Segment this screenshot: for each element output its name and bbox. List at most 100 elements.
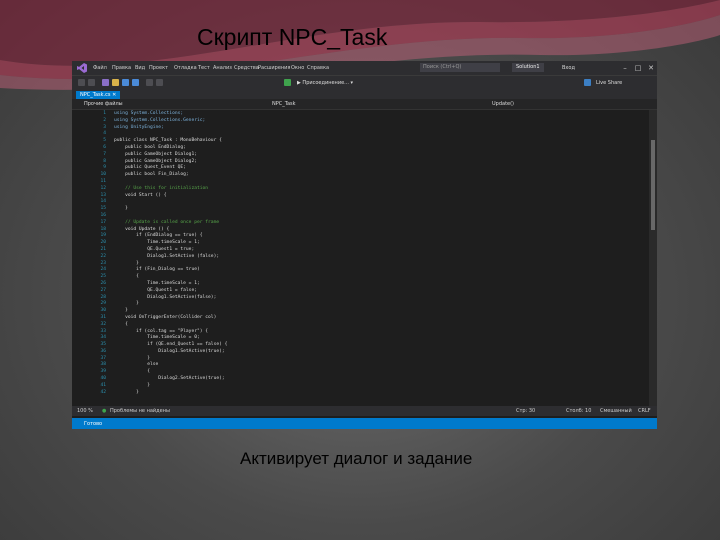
code-text: } xyxy=(114,206,128,212)
live-share-button[interactable]: Live Share xyxy=(596,80,622,86)
code-text: // Update is called once per frame xyxy=(114,219,220,225)
search-input[interactable]: Поиск (Ctrl+Q) xyxy=(420,63,500,72)
minimize-icon[interactable]: – xyxy=(620,63,630,73)
code-text: Time.timeScale = 1; xyxy=(114,280,200,286)
code-line[interactable]: 26 Time.timeScale = 1; xyxy=(100,280,644,288)
code-line[interactable]: 6 public bool EndDialog; xyxy=(103,145,644,152)
line-number: 22 xyxy=(100,253,106,259)
line-ending-mode[interactable]: Смешанный xyxy=(600,408,632,414)
code-line[interactable]: 16 xyxy=(100,213,644,220)
line-number: 6 xyxy=(103,144,106,150)
open-folder-icon[interactable] xyxy=(112,79,119,86)
code-text: public GameObject Dialog1; xyxy=(114,151,197,157)
code-text: Time.timeScale = 0; xyxy=(114,335,200,341)
method-dropdown[interactable]: Update() xyxy=(492,100,514,108)
code-line[interactable]: 13 void Start () { xyxy=(100,193,644,200)
code-line[interactable]: 8 public GameObject Dialog2; xyxy=(103,159,644,166)
code-line[interactable]: 17 // Update is called once per frame xyxy=(100,219,644,227)
close-icon[interactable]: ✕ xyxy=(646,63,656,73)
code-line[interactable]: 38 else xyxy=(100,362,644,369)
code-line[interactable]: 20 Time.timeScale = 1; xyxy=(100,240,644,247)
tab-npc-task[interactable]: NPC_Task.cs ✕ xyxy=(76,91,121,99)
menu-debug[interactable]: Отладка xyxy=(174,65,197,71)
save-all-icon[interactable] xyxy=(132,79,139,86)
menu-analyze[interactable]: Анализ xyxy=(213,65,232,71)
zoom-level[interactable]: 100 % xyxy=(77,408,93,414)
code-editor[interactable]: 1 using System.Collections; 2 using System.… xyxy=(72,110,657,406)
save-icon[interactable] xyxy=(122,79,129,86)
code-line[interactable]: 29 } xyxy=(100,301,644,308)
code-line[interactable]: 10 public bool Fin_Dialog; xyxy=(100,172,644,179)
start-icon[interactable] xyxy=(284,79,291,86)
scrollbar-thumb[interactable] xyxy=(651,140,655,230)
attach-button[interactable]: ▶ Присоединение... ▾ xyxy=(297,80,353,86)
code-line[interactable]: 15 } xyxy=(100,206,644,213)
code-line[interactable]: 14 xyxy=(100,199,644,206)
code-line[interactable]: 7 public GameObject Dialog1; xyxy=(103,151,644,159)
code-text: void Update () { xyxy=(114,226,170,232)
maximize-icon[interactable]: □ xyxy=(633,63,643,73)
line-number: 42 xyxy=(100,389,106,395)
menu-extensions[interactable]: Расширения xyxy=(258,65,290,71)
menu-edit[interactable]: Правка xyxy=(112,65,131,71)
line-number: 21 xyxy=(100,246,106,252)
code-line[interactable]: 36 Dialog1.SetActive(true); xyxy=(100,349,644,356)
code-text: } xyxy=(114,389,139,395)
menu-tools[interactable]: Средства xyxy=(234,65,259,71)
code-line[interactable]: 40 Dialog2.SetActive(true); xyxy=(100,376,644,383)
line-number: 41 xyxy=(100,382,106,388)
redo-icon[interactable] xyxy=(156,79,163,86)
code-line[interactable]: 24 if (Fin_Dialog == true) xyxy=(100,267,644,274)
code-text: } xyxy=(114,382,150,388)
menu-file[interactable]: Файл xyxy=(93,65,107,71)
line-number: 27 xyxy=(100,287,106,293)
code-line[interactable]: 41 } xyxy=(100,382,644,390)
class-dropdown[interactable]: NPC_Task xyxy=(272,100,296,108)
code-line[interactable]: 5 public class NPC_Task : MonoBehaviour { xyxy=(103,138,644,145)
line-number: 32 xyxy=(100,321,106,327)
menu-test[interactable]: Тест xyxy=(198,65,210,71)
code-line[interactable]: 12 // Use this for initialization xyxy=(100,186,644,193)
code-line[interactable]: 25 { xyxy=(100,274,644,281)
code-line[interactable]: 35 if (QE.end_Quest1 == false) { xyxy=(100,342,644,349)
line-number: 7 xyxy=(103,151,106,157)
code-line[interactable]: 42 } xyxy=(100,389,644,397)
code-text: else xyxy=(114,362,159,368)
code-line[interactable]: 22 Dialog1.SetActive (false); xyxy=(100,254,644,261)
code-line[interactable]: 11 xyxy=(100,179,644,186)
code-text: public class NPC_Task : MonoBehaviour { xyxy=(114,138,222,144)
menu-help[interactable]: Справка xyxy=(307,65,329,71)
vertical-scrollbar[interactable] xyxy=(649,110,657,406)
code-line[interactable]: 1 using System.Collections; xyxy=(103,111,644,118)
sign-in-link[interactable]: Вход xyxy=(562,65,575,71)
menu-window[interactable]: Окно xyxy=(291,65,304,71)
issues-status[interactable]: Проблемы не найдены xyxy=(110,408,170,414)
forward-icon[interactable] xyxy=(88,79,95,86)
code-line[interactable]: 32 { xyxy=(100,322,644,329)
line-number: 30 xyxy=(100,308,106,314)
eol-format[interactable]: CRLF xyxy=(638,408,651,414)
code-line[interactable]: 31 void OnTriggerEnter(Collider col) xyxy=(100,315,644,322)
code-line[interactable]: 27 QE.Quest1 = false; xyxy=(100,288,644,295)
code-text: QE.Quest1 = true; xyxy=(114,246,195,252)
line-number: 1 xyxy=(103,111,106,116)
project-dropdown[interactable]: Прочие файлы xyxy=(84,100,123,108)
menu-view[interactable]: Вид xyxy=(135,65,145,71)
code-line[interactable]: 30 } xyxy=(100,308,644,315)
line-number: 31 xyxy=(100,314,106,320)
menu-project[interactable]: Проект xyxy=(149,65,168,71)
live-share-icon[interactable] xyxy=(584,79,591,86)
code-line[interactable]: 9 public Quest_Event QE; xyxy=(103,165,644,172)
code-area[interactable]: 1 using System.Collections; 2 using System.… xyxy=(100,111,644,397)
line-number: 35 xyxy=(100,342,106,348)
code-line[interactable]: 3 using UnityEngine; xyxy=(103,125,644,132)
undo-icon[interactable] xyxy=(146,79,153,86)
slide-caption: Активирует диалог и задание xyxy=(240,449,473,468)
new-project-icon[interactable] xyxy=(102,79,109,86)
code-text: if (Fin_Dialog == true) xyxy=(114,267,200,273)
code-line[interactable]: 21 QE.Quest1 = true; xyxy=(100,246,644,254)
code-line[interactable]: 2 using System.Collections.Generic; xyxy=(103,118,644,125)
code-line[interactable]: 37 } xyxy=(100,356,644,363)
code-line[interactable]: 28 Dialog1.SetActive(false); xyxy=(100,295,644,302)
back-icon[interactable] xyxy=(78,79,85,86)
